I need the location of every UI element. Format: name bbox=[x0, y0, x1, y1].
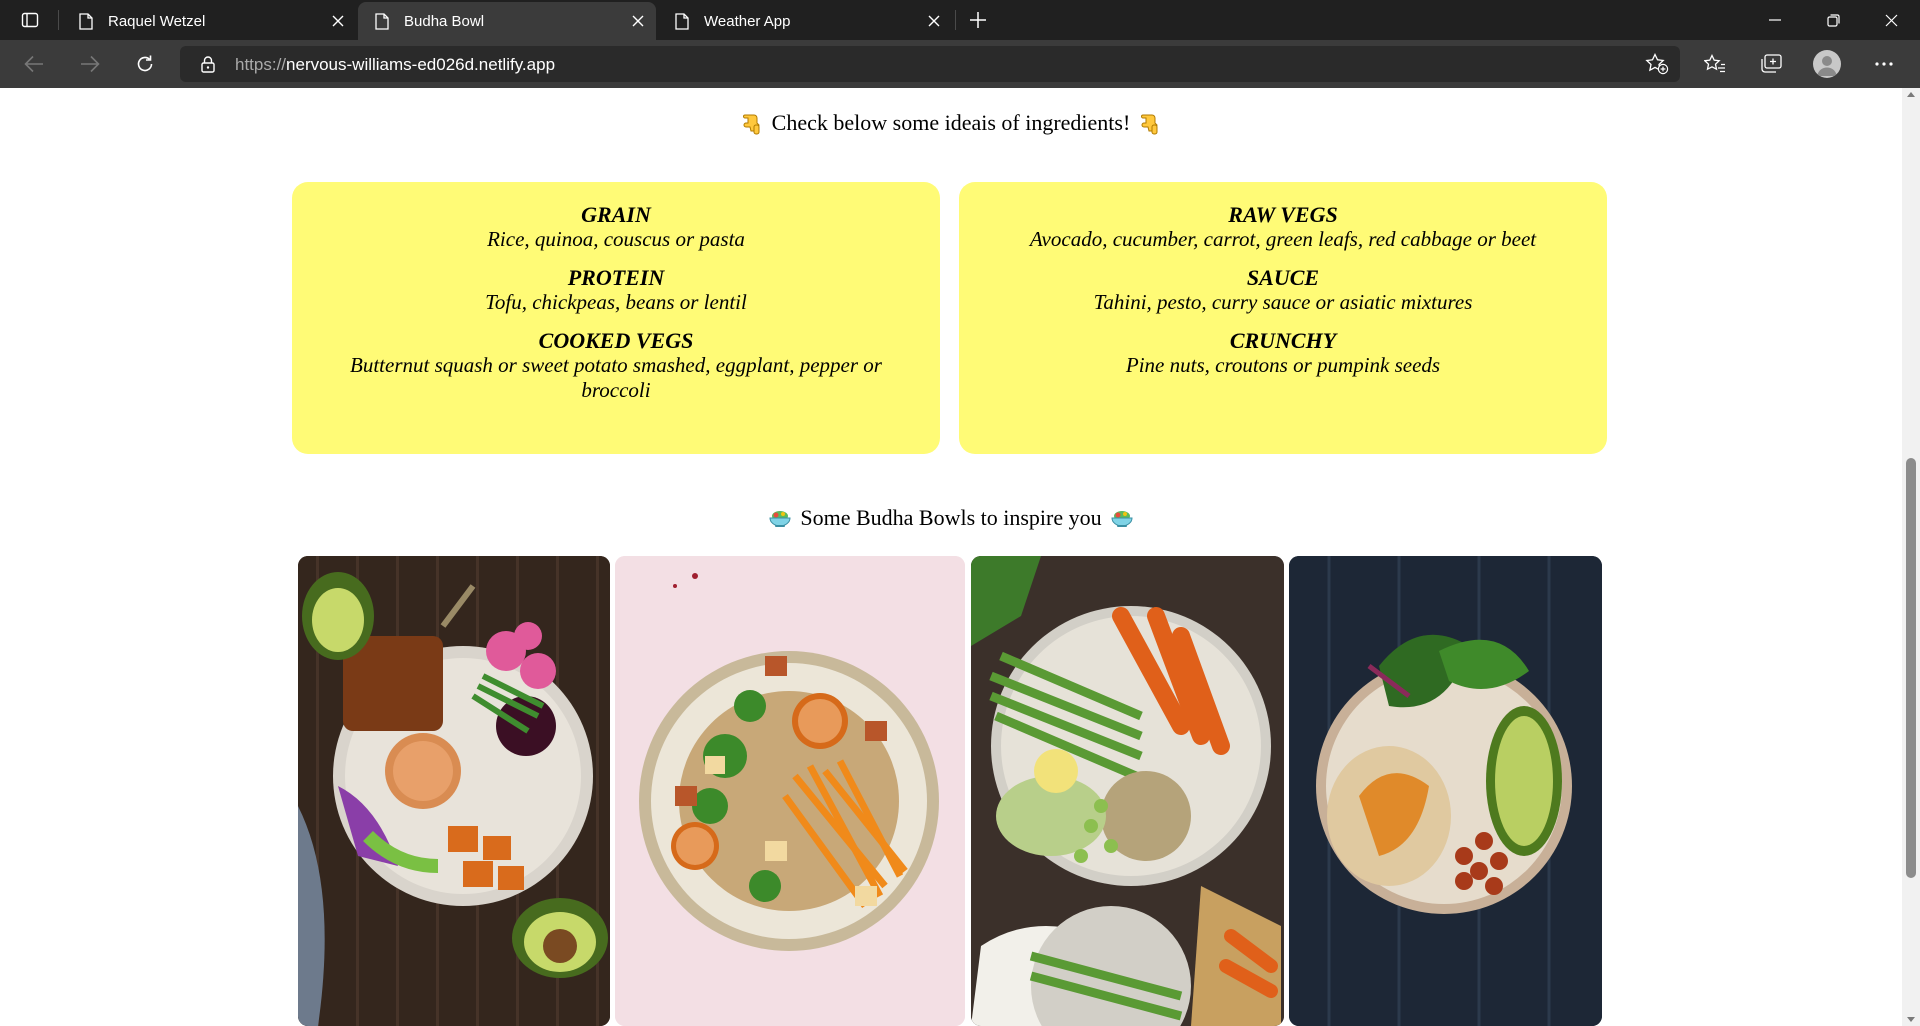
bowl-gallery bbox=[298, 556, 1602, 1026]
group-title: COOKED VEGS bbox=[538, 328, 694, 353]
group-title: GRAIN bbox=[581, 202, 651, 227]
scroll-thumb[interactable] bbox=[1906, 458, 1916, 878]
salad-icon bbox=[769, 511, 791, 527]
back-icon[interactable] bbox=[16, 48, 52, 80]
group-text: Butternut squash or sweet potato smashed… bbox=[350, 353, 882, 402]
group-text: Rice, quinoa, couscus or pasta bbox=[487, 227, 745, 251]
plus-icon[interactable] bbox=[962, 4, 994, 36]
tab-raquel-wetzel[interactable]: Raquel Wetzel bbox=[62, 2, 356, 40]
ingredients-card-left: GRAIN Rice, quinoa, couscus or pasta PRO… bbox=[292, 182, 940, 454]
close-icon[interactable] bbox=[628, 11, 648, 31]
address-bar[interactable]: https://nervous-williams-ed026d.netlify.… bbox=[180, 46, 1680, 82]
ingredients-heading-text: Check below some ideais of ingredients! bbox=[771, 110, 1131, 135]
pointing-down-icon bbox=[742, 114, 760, 135]
ingredients-card-right: RAW VEGS Avocado, cucumber, carrot, gree… bbox=[959, 182, 1607, 454]
tab-actions-icon[interactable] bbox=[10, 0, 50, 40]
url-host: nervous-williams-ed026d.netlify.app bbox=[286, 55, 556, 74]
page-scrollbar[interactable] bbox=[1902, 88, 1920, 1026]
add-favorite-icon[interactable] bbox=[1644, 52, 1670, 76]
lock-icon[interactable] bbox=[198, 54, 218, 74]
page-icon bbox=[76, 11, 96, 31]
group-title: CRUNCHY bbox=[1229, 328, 1337, 353]
ingredient-group-sauce: SAUCE Tahini, pesto, curry sauce or asia… bbox=[959, 265, 1607, 315]
close-icon[interactable] bbox=[328, 11, 348, 31]
scroll-down-arrow-icon[interactable] bbox=[1907, 1017, 1915, 1022]
group-text: Pine nuts, croutons or pumpink seeds bbox=[1125, 353, 1441, 377]
tab-bar: Raquel Wetzel Budha Bowl Weather App bbox=[0, 0, 1920, 40]
page-icon bbox=[372, 11, 392, 31]
tab-weather-app[interactable]: Weather App bbox=[658, 2, 952, 40]
tab-budha-bowl[interactable]: Budha Bowl bbox=[358, 2, 656, 40]
tab-separator bbox=[955, 10, 956, 30]
profile-avatar[interactable] bbox=[1813, 50, 1841, 78]
inspire-heading: Some Budha Bowls to inspire you bbox=[0, 505, 1902, 531]
group-title: SAUCE bbox=[1246, 265, 1320, 290]
group-text: Tahini, pesto, curry sauce or asiatic mi… bbox=[1093, 290, 1473, 314]
ingredients-heading: Check below some ideais of ingredients! bbox=[0, 110, 1902, 136]
group-title: RAW VEGS bbox=[1228, 202, 1338, 227]
tab-separator bbox=[58, 10, 59, 30]
collections-icon[interactable] bbox=[1753, 48, 1789, 80]
bowl-photo-1 bbox=[298, 556, 610, 1026]
bowl-photo-2 bbox=[615, 556, 965, 1026]
favorites-icon[interactable] bbox=[1697, 48, 1733, 80]
refresh-icon[interactable] bbox=[127, 48, 163, 80]
window-close-icon[interactable] bbox=[1862, 0, 1920, 40]
url-text[interactable]: https://nervous-williams-ed026d.netlify.… bbox=[235, 55, 555, 75]
minimize-icon[interactable] bbox=[1746, 0, 1804, 40]
tab-title: Raquel Wetzel bbox=[108, 12, 206, 30]
bowl-photo-3 bbox=[971, 556, 1284, 1026]
page-icon bbox=[672, 11, 692, 31]
pointing-down-icon bbox=[1141, 114, 1158, 135]
restore-icon[interactable] bbox=[1804, 0, 1862, 40]
tab-title: Budha Bowl bbox=[404, 12, 485, 30]
inspire-heading-text: Some Budha Bowls to inspire you bbox=[800, 505, 1102, 530]
salad-icon bbox=[1111, 511, 1133, 527]
ingredient-group-grain: GRAIN Rice, quinoa, couscus or pasta bbox=[292, 202, 940, 252]
forward-icon[interactable] bbox=[72, 48, 108, 80]
ingredient-group-cooked-vegs: COOKED VEGS Butternut squash or sweet po… bbox=[292, 328, 940, 403]
browser-toolbar: https://nervous-williams-ed026d.netlify.… bbox=[0, 40, 1920, 88]
ingredient-group-raw-vegs: RAW VEGS Avocado, cucumber, carrot, gree… bbox=[959, 202, 1607, 252]
ingredient-group-protein: PROTEIN Tofu, chickpeas, beans or lentil bbox=[292, 265, 940, 315]
group-text: Tofu, chickpeas, beans or lentil bbox=[485, 290, 747, 314]
more-icon[interactable] bbox=[1866, 48, 1902, 80]
close-icon[interactable] bbox=[924, 11, 944, 31]
ingredient-group-crunchy: CRUNCHY Pine nuts, croutons or pumpink s… bbox=[959, 328, 1607, 378]
tab-title: Weather App bbox=[704, 12, 791, 30]
scroll-up-arrow-icon[interactable] bbox=[1907, 92, 1915, 97]
group-text: Avocado, cucumber, carrot, green leafs, … bbox=[1029, 227, 1537, 251]
url-scheme: https:// bbox=[235, 55, 287, 74]
page-viewport: Check below some ideais of ingredients! … bbox=[0, 88, 1902, 1026]
group-title: PROTEIN bbox=[567, 265, 665, 290]
bowl-photo-4 bbox=[1289, 556, 1602, 1026]
